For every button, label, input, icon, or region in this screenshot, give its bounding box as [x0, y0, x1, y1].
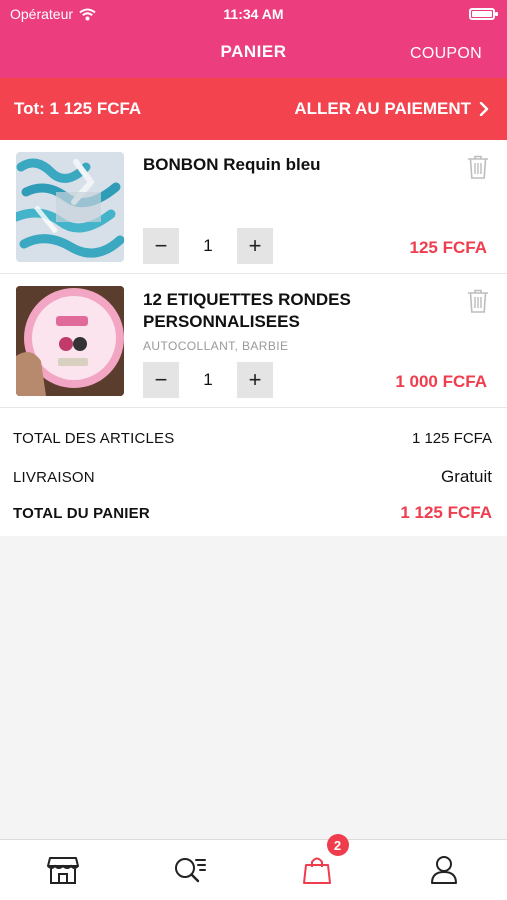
- decrease-quantity-button[interactable]: −: [143, 228, 179, 264]
- trash-icon[interactable]: [466, 288, 490, 314]
- summary-row-total: TOTAL DU PANIER 1 125 FCFA: [13, 503, 492, 523]
- tab-bar: 2: [0, 834, 507, 900]
- summary-row-delivery: LIVRAISON Gratuit: [13, 467, 492, 487]
- chevron-right-icon: [479, 102, 489, 116]
- summary-label: LIVRAISON: [13, 468, 95, 486]
- tab-cart[interactable]: 2: [254, 834, 381, 900]
- cart-count-badge: 2: [326, 834, 349, 856]
- tab-store[interactable]: [0, 840, 127, 900]
- product-image[interactable]: [16, 152, 124, 262]
- cart-summary: TOTAL DES ARTICLES 1 125 FCFA LIVRAISON …: [0, 408, 507, 536]
- app-header: Opérateur 11:34 AM PANIER COUPON: [0, 0, 507, 78]
- quantity-stepper: − 1 +: [143, 362, 273, 398]
- status-bar: Opérateur 11:34 AM: [0, 0, 507, 28]
- search-list-icon: [175, 858, 207, 883]
- trash-icon[interactable]: [466, 154, 490, 180]
- item-price: 125 FCFA: [409, 238, 487, 257]
- increase-quantity-button[interactable]: +: [237, 362, 273, 398]
- store-icon: [47, 857, 80, 884]
- tab-search[interactable]: [127, 840, 254, 900]
- summary-value: 1 125 FCFA: [400, 503, 492, 522]
- tab-profile[interactable]: [380, 840, 507, 900]
- decrease-quantity-button[interactable]: −: [143, 362, 179, 398]
- product-image[interactable]: [16, 286, 124, 396]
- status-time: 11:34 AM: [223, 6, 284, 22]
- summary-label: TOTAL DU PANIER: [13, 504, 150, 522]
- cart-item: BONBON Requin bleu − 1 + 125 FCFA: [0, 140, 507, 274]
- item-name[interactable]: BONBON Requin bleu: [143, 154, 403, 176]
- battery-icon: [469, 8, 498, 20]
- cart-item: 12 ETIQUETTES RONDES PERSONNALISEES AUTO…: [0, 274, 507, 408]
- summary-value: 1 125 FCFA: [411, 430, 492, 447]
- quantity-value: 1: [179, 362, 237, 398]
- shopping-bag-icon: [302, 857, 331, 884]
- summary-label: TOTAL DES ARTICLES: [13, 430, 175, 447]
- checkout-total: Tot: 1 125 FCFA: [14, 99, 142, 118]
- quantity-value: 1: [179, 228, 237, 264]
- summary-value: Gratuit: [440, 467, 492, 486]
- item-price: 1 000 FCFA: [395, 372, 487, 391]
- checkout-label: ALLER AU PAIEMENT: [294, 99, 471, 118]
- item-name[interactable]: 12 ETIQUETTES RONDES PERSONNALISEES: [143, 289, 403, 333]
- item-variant: AUTOCOLLANT, BARBIE: [143, 339, 289, 353]
- checkout-button[interactable]: ALLER AU PAIEMENT: [294, 99, 489, 119]
- increase-quantity-button[interactable]: +: [237, 228, 273, 264]
- coupon-button[interactable]: COUPON: [410, 45, 482, 63]
- user-icon: [430, 856, 457, 884]
- summary-row-articles: TOTAL DES ARTICLES 1 125 FCFA: [13, 430, 492, 447]
- nav-bar: PANIER COUPON: [0, 28, 507, 78]
- checkout-bar[interactable]: Tot: 1 125 FCFA ALLER AU PAIEMENT: [0, 78, 507, 140]
- quantity-stepper: − 1 +: [143, 228, 273, 264]
